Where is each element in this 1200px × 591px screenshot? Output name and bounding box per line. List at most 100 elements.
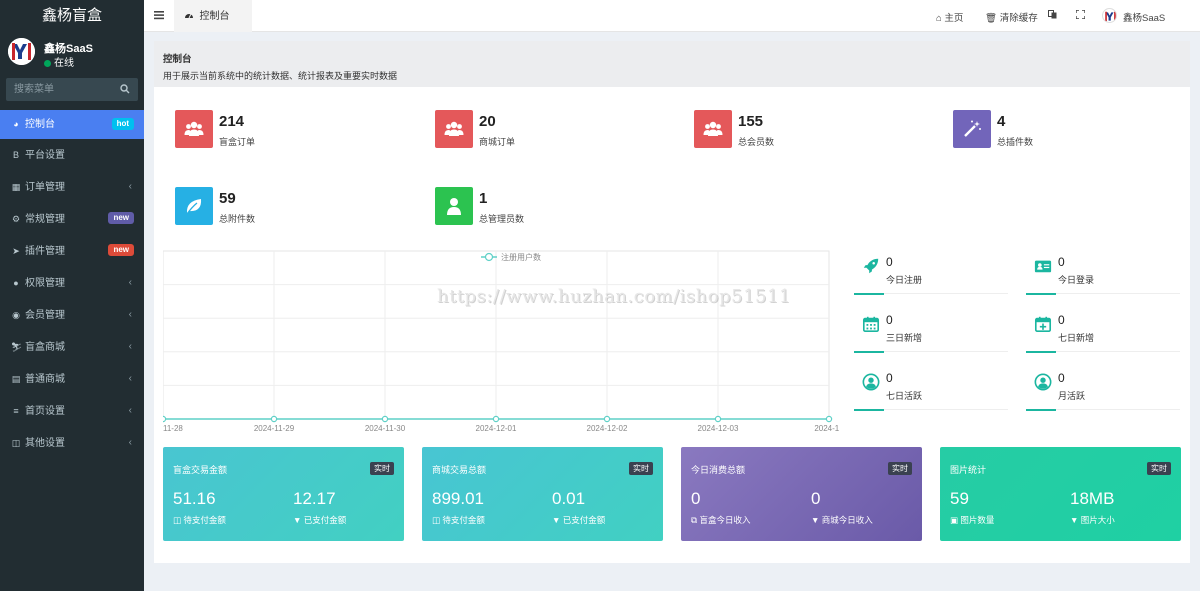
- x-tick-label: 2024-12: [814, 424, 839, 433]
- menu-badge: new: [108, 244, 134, 256]
- page-title: 控制台: [163, 54, 192, 65]
- sidebar-item-label: 会员管理: [25, 310, 65, 321]
- card-label-2: ▼ 已支付金额: [293, 515, 347, 525]
- user-status-text: 在线: [54, 58, 74, 69]
- x-tick-label: 2024-12-02: [587, 424, 628, 433]
- kpi-item: 0 今日注册: [854, 253, 1008, 297]
- sidebar-item-1[interactable]: B 平台设置: [0, 139, 144, 171]
- sidebar-item-label: 控制台: [25, 119, 55, 130]
- snowboarder-icon: ⛷: [11, 342, 23, 352]
- stat-value: 4: [997, 113, 1006, 130]
- summary-card: 图片统计 实时 59 ▣ 图片数量 18MB ▼ 图片大小: [940, 447, 1181, 541]
- user-circle-icon: [862, 373, 880, 394]
- card-label-2: ▼ 已支付金额: [552, 515, 606, 525]
- card-label-2: ▼ 商城今日收入: [811, 515, 873, 525]
- kpi-item: 0 七日新增: [1026, 311, 1180, 355]
- summary-card: 商城交易总额 实时 899.01 ◫ 待支付金额 0.01 ▼ 已支付金额: [422, 447, 663, 541]
- search-input[interactable]: [6, 78, 116, 101]
- x-tick-label: 2024-11-29: [254, 424, 295, 433]
- calendar-icon: [862, 315, 880, 336]
- chevron-left-icon: ‹: [128, 437, 132, 448]
- x-tick-label: 11-28: [163, 424, 183, 433]
- kpi-item: 0 今日登录: [1026, 253, 1180, 297]
- sidebar-item-2[interactable]: ▦ 订单管理 ‹: [0, 171, 144, 203]
- summary-card: 盲盒交易金额 实时 51.16 ◫ 待支付金额 12.17 ▼ 已支付金额: [163, 447, 404, 541]
- database-icon: ◫: [173, 515, 182, 525]
- filter-icon: ▼: [1070, 515, 1079, 525]
- stat-icon-box: [694, 110, 732, 148]
- topbar-actions: ⌂ 主页 🗑 清除缓存 鑫杨SaaS: [930, 0, 1200, 32]
- search-icon[interactable]: [120, 83, 130, 97]
- card-value-2: 0: [811, 489, 821, 508]
- stat-box: 59 总附件数: [175, 187, 375, 227]
- app-title[interactable]: 鑫杨盲盒: [0, 0, 144, 32]
- translate-icon[interactable]: [1048, 10, 1057, 22]
- legend-label: 注册用户数: [501, 252, 541, 262]
- legend-marker: [484, 252, 494, 262]
- image-icon: ▣: [950, 515, 959, 525]
- filter-icon: ▼: [811, 515, 820, 525]
- stat-box: 1 总管理员数: [435, 187, 635, 227]
- sidebar-item-label: 平台设置: [25, 150, 65, 161]
- home-link[interactable]: ⌂ 主页: [936, 10, 963, 24]
- stat-box: 155 总会员数: [694, 110, 894, 150]
- sidebar-item-9[interactable]: ≡ 首页设置 ‹: [0, 395, 144, 427]
- data-point: [714, 415, 722, 423]
- sidebar-item-label: 插件管理: [25, 246, 65, 257]
- menu-badge: new: [108, 212, 134, 224]
- bitcoin-icon: B: [12, 150, 19, 160]
- calendar-plus-icon: [1034, 315, 1052, 336]
- tab-dashboard[interactable]: 控制台: [174, 0, 252, 32]
- x-tick-label: 2024-11-30: [365, 424, 406, 433]
- list-icon: ≡: [13, 406, 19, 416]
- kpi-label: 今日注册: [886, 275, 923, 285]
- sidebar-item-label: 权限管理: [25, 278, 65, 289]
- sidebar-item-3[interactable]: ⚙ 常规管理 new: [0, 203, 144, 235]
- realtime-badge: 实时: [629, 462, 653, 475]
- sidebar-item-6[interactable]: ◉ 会员管理 ‹: [0, 299, 144, 331]
- sidebar-item-4[interactable]: ➤ 插件管理 new: [0, 235, 144, 267]
- x-tick-label: 2024-12-03: [698, 424, 739, 433]
- stat-label: 盲盒订单: [219, 137, 256, 147]
- sidebar-item-5[interactable]: ● 权限管理 ‹: [0, 267, 144, 299]
- clear-cache-button[interactable]: 🗑 清除缓存: [985, 10, 1038, 24]
- card-label-1: ◫ 待支付金额: [432, 515, 485, 525]
- chevron-left-icon: ‹: [128, 373, 132, 384]
- chevron-left-icon: ‹: [128, 277, 132, 288]
- chart-svg: 注册用户数 11-28 2024-11-29 2024-11-30 2024-12-01…: [159, 250, 844, 433]
- calculator-icon: ▦: [11, 182, 21, 192]
- card-label-1: ▣ 图片数量: [950, 515, 995, 525]
- kpi-value: 0: [886, 255, 893, 269]
- data-point: [159, 415, 167, 423]
- data-point: [270, 415, 278, 423]
- topbar-avatar[interactable]: [1102, 8, 1117, 23]
- sidebar-item-0[interactable]: ◕ 控制台 hot: [0, 110, 144, 139]
- home-icon: ⌂: [936, 13, 942, 24]
- card-title: 商城交易总额: [432, 465, 487, 475]
- kpi-label: 月活跃: [1058, 391, 1086, 401]
- card-title: 图片统计: [950, 465, 987, 475]
- rocket-icon: [862, 257, 880, 278]
- menu-badge: hot: [111, 118, 134, 130]
- card-value-2: 0.01: [552, 489, 586, 508]
- data-point: [603, 415, 611, 423]
- stat-box: 20 商城订单: [435, 110, 635, 150]
- card-value-2: 18MB: [1070, 489, 1115, 508]
- stat-label: 总管理员数: [479, 214, 525, 224]
- kpi-value: 0: [1058, 255, 1065, 269]
- sidebar-item-8[interactable]: ▤ 普通商城 ‹: [0, 363, 144, 395]
- clear-cache-label: 清除缓存: [999, 13, 1038, 24]
- kpi-underline: [854, 293, 1008, 295]
- kpi-underline: [1026, 351, 1180, 353]
- topbar-username[interactable]: 鑫杨SaaS: [1123, 10, 1165, 24]
- sidebar-item-10[interactable]: ◫ 其他设置 ‹: [0, 427, 144, 459]
- menu-toggle-icon[interactable]: [154, 9, 164, 23]
- online-dot-icon: [44, 59, 51, 67]
- cogs-icon: ⚙: [11, 214, 21, 224]
- stat-label: 总附件数: [219, 214, 256, 224]
- sidebar-item-7[interactable]: ⛷ 盲盒商城 ‹: [0, 331, 144, 363]
- rocket-icon: ➤: [12, 246, 20, 256]
- summary-card: 今日消费总额 实时 0 ⧉ 盲盒今日收入 0 ▼ 商城今日收入: [681, 447, 922, 541]
- fullscreen-icon[interactable]: [1075, 9, 1086, 22]
- filter-icon: ▼: [552, 515, 561, 525]
